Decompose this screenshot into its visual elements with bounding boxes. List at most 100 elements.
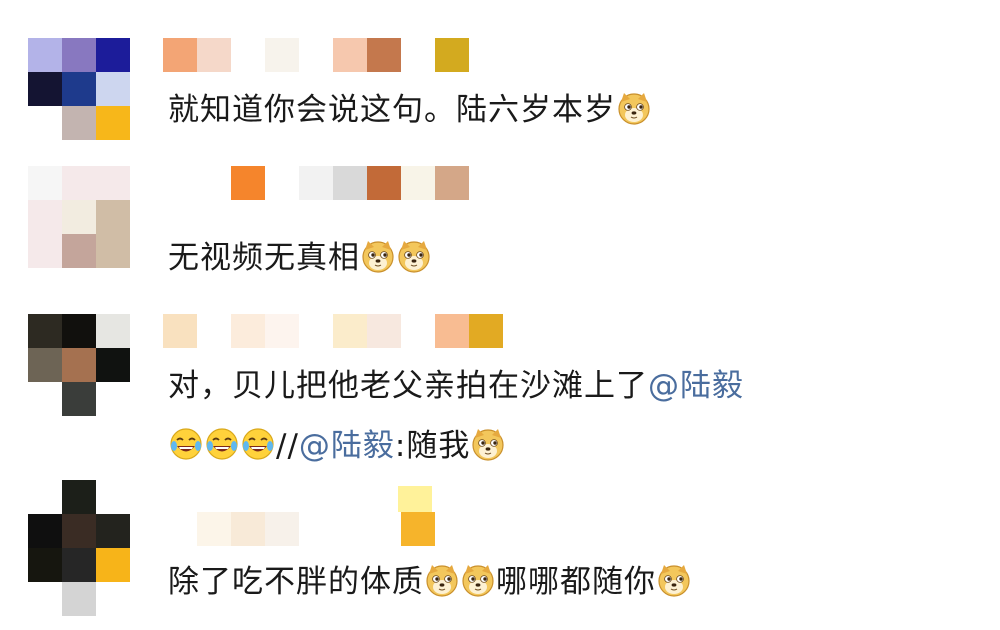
mosaic-pixel [62, 382, 96, 416]
mosaic-pixel [265, 314, 299, 348]
doge-icon [360, 238, 396, 274]
mosaic-pixel [62, 348, 96, 382]
mosaic-pixel [62, 166, 96, 200]
mosaic-pixel [28, 106, 62, 140]
mosaic-pixel [299, 38, 333, 72]
mosaic-pixel [367, 38, 401, 72]
mosaic-pixel [435, 314, 469, 348]
doge-icon [460, 562, 496, 598]
mosaic-pixel [28, 314, 62, 348]
comment-text-4a: 除了吃不胖的体质 [168, 564, 424, 600]
mosaic-pixel [96, 314, 130, 348]
mosaic-pixel [401, 314, 435, 348]
mosaic-pixel [401, 38, 435, 72]
mosaic-pixel [367, 314, 401, 348]
mention-link[interactable]: @陆毅 [648, 368, 744, 404]
mosaic-pixel [299, 512, 333, 546]
comment-text-3a: 对，贝儿把他老父亲拍在沙滩上了 [168, 368, 648, 404]
mosaic-pixel [265, 166, 299, 200]
mosaic-pixel [333, 166, 367, 200]
mosaic-pixel [28, 480, 62, 514]
doge-icon [424, 562, 460, 598]
mosaic-pixel [62, 234, 96, 268]
mosaic-pixel [299, 166, 333, 200]
mosaic-pixel [299, 314, 333, 348]
laugh-cry-icon [204, 426, 240, 462]
mosaic-pixel [62, 514, 96, 548]
mosaic-pixel [28, 514, 62, 548]
mosaic-pixel [96, 200, 130, 234]
comment-text-2: 无视频无真相 [168, 240, 360, 276]
mosaic-pixel [333, 512, 367, 546]
mosaic-pixel [96, 106, 130, 140]
mosaic-pixel [96, 348, 130, 382]
mosaic-pixel [401, 512, 435, 546]
mosaic-pixel [62, 72, 96, 106]
mosaic-pixel [197, 166, 231, 200]
comment-text-line1: 对，贝儿把他老父亲拍在沙滩上了@陆毅 [168, 356, 744, 416]
name-top-pixel [398, 486, 432, 512]
mosaic-pixel [96, 234, 130, 268]
laugh-cry-icon [168, 426, 204, 462]
mosaic-pixel [62, 38, 96, 72]
mention-link[interactable]: @陆毅 [299, 428, 395, 464]
avatar[interactable] [28, 38, 130, 140]
mosaic-pixel [28, 348, 62, 382]
mosaic-pixel [197, 314, 231, 348]
mosaic-pixel [96, 72, 130, 106]
comment-3: 对，贝儿把他老父亲拍在沙滩上了@陆毅 //@陆毅:随我 [0, 312, 1000, 482]
comment-text: 无视频无真相 [168, 228, 432, 288]
doge-icon [396, 238, 432, 274]
username[interactable] [163, 314, 503, 348]
mosaic-pixel [163, 512, 197, 546]
mosaic-pixel [435, 166, 469, 200]
doge-icon [656, 562, 692, 598]
comment-2: 无视频无真相 [0, 160, 1000, 300]
doge-icon [616, 90, 652, 126]
avatar-extra-pixel [62, 582, 96, 616]
mosaic-pixel [163, 38, 197, 72]
mosaic-pixel [28, 200, 62, 234]
username[interactable] [163, 38, 469, 72]
mosaic-pixel [197, 512, 231, 546]
avatar[interactable] [28, 166, 130, 268]
comment-text-1: 就知道你会说这句。陆六岁本岁 [168, 92, 616, 128]
comment-text: 就知道你会说这句。陆六岁本岁 [168, 80, 652, 140]
mosaic-pixel [163, 166, 197, 200]
mosaic-pixel [62, 314, 96, 348]
mosaic-pixel [197, 38, 231, 72]
comment-text-4b: 哪哪都随你 [496, 564, 656, 600]
mosaic-pixel [28, 72, 62, 106]
mosaic-pixel [163, 314, 197, 348]
mosaic-pixel [333, 314, 367, 348]
mosaic-pixel [28, 234, 62, 268]
mosaic-pixel [96, 514, 130, 548]
mosaic-pixel [231, 38, 265, 72]
mosaic-pixel [367, 512, 401, 546]
mosaic-pixel [231, 166, 265, 200]
mosaic-pixel [265, 512, 299, 546]
comment-text-3b: :随我 [394, 428, 471, 464]
mosaic-pixel [96, 38, 130, 72]
comment-text-line2: //@陆毅:随我 [168, 416, 506, 476]
username[interactable] [163, 166, 469, 200]
mosaic-pixel [401, 166, 435, 200]
mosaic-pixel [231, 314, 265, 348]
mosaic-pixel [435, 38, 469, 72]
mosaic-pixel [28, 548, 62, 582]
comment-1: 就知道你会说这句。陆六岁本岁 [0, 0, 1000, 160]
mosaic-pixel [265, 38, 299, 72]
mosaic-pixel [28, 166, 62, 200]
avatar[interactable] [28, 314, 130, 416]
mosaic-pixel [96, 480, 130, 514]
mosaic-pixel [367, 166, 401, 200]
repost-separator: // [276, 428, 299, 464]
mosaic-pixel [28, 382, 62, 416]
mosaic-pixel [469, 314, 503, 348]
mosaic-pixel [96, 382, 130, 416]
doge-icon [470, 426, 506, 462]
mosaic-pixel [28, 38, 62, 72]
avatar[interactable] [28, 480, 130, 582]
username[interactable] [163, 512, 435, 546]
mosaic-pixel [62, 548, 96, 582]
